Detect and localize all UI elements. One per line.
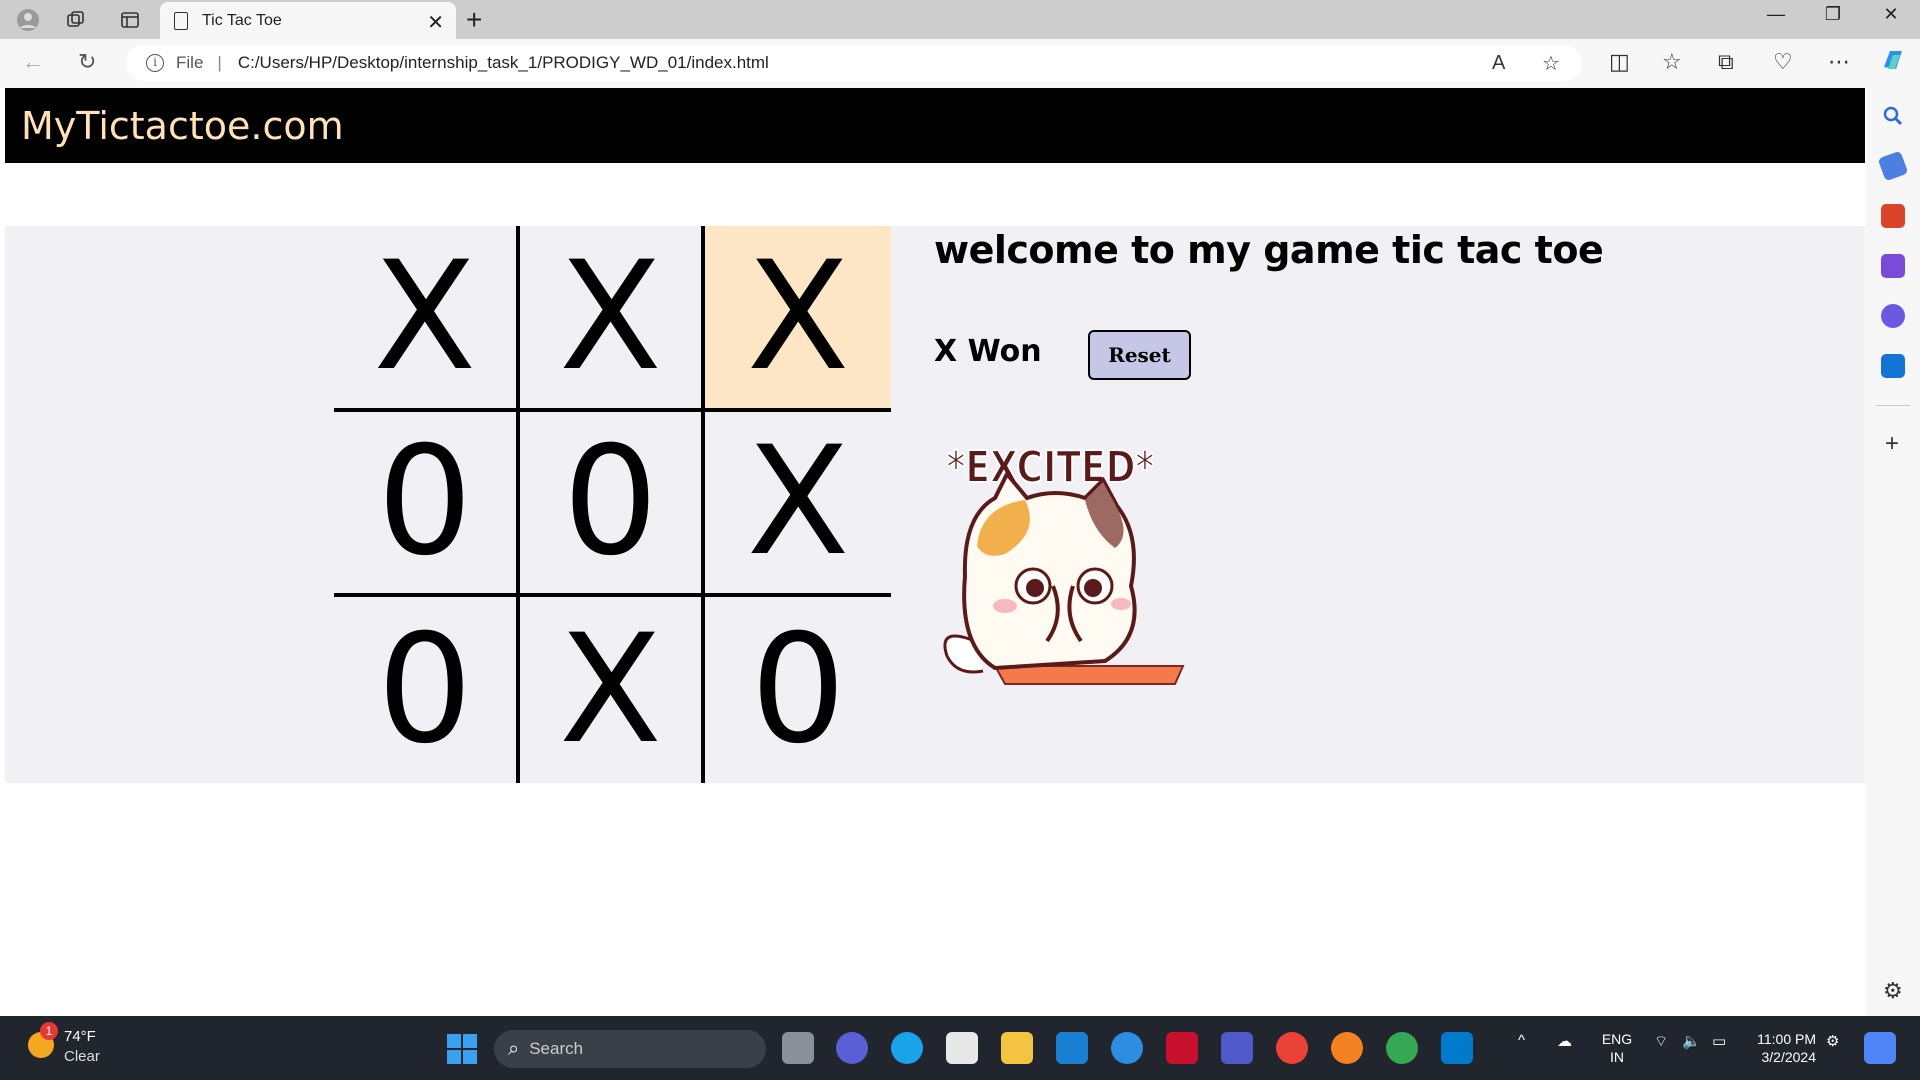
- board-cell[interactable]: 0: [334, 411, 520, 598]
- board-cell[interactable]: X: [705, 412, 891, 598]
- sidebar-add-icon[interactable]: +: [1885, 430, 1899, 458]
- copilot-taskbar-icon[interactable]: [1864, 1032, 1896, 1064]
- task-view-icon[interactable]: [782, 1032, 814, 1064]
- language-code: ENG: [1601, 1031, 1633, 1047]
- game-area: X X X 0 0 X 0 X 0 welcome to my game tic…: [5, 226, 1865, 783]
- myhp-icon[interactable]: [1056, 1032, 1088, 1064]
- sidebar-games-icon[interactable]: [1881, 254, 1905, 278]
- welcome-heading: welcome to my game tic tac toe: [934, 228, 1604, 272]
- browser-sidebar: + ⚙: [1866, 88, 1920, 1016]
- taskbar-search-placeholder: Search: [529, 1039, 584, 1058]
- file-explorer-icon[interactable]: [1001, 1032, 1033, 1064]
- notification-icon[interactable]: ⚙: [1826, 1032, 1839, 1050]
- board-cell-winning[interactable]: X: [705, 226, 891, 412]
- sidebar-settings-icon[interactable]: ⚙: [1883, 978, 1903, 1004]
- close-tab-icon[interactable]: ✕: [427, 10, 444, 35]
- battery-icon[interactable]: ▭: [1712, 1032, 1726, 1050]
- workspaces-icon[interactable]: [62, 6, 90, 34]
- board-cell[interactable]: 0: [519, 411, 706, 598]
- sticker-text: *EXCITED*: [946, 443, 1154, 493]
- chrome-profile-icon[interactable]: [1386, 1032, 1418, 1064]
- taskbar: 1 74°F Clear ⌕ Search ^ ☁ ENG IN ⌔ 🔈 ▭ 1…: [0, 1016, 1920, 1080]
- info-icon[interactable]: i: [146, 54, 164, 72]
- wifi-icon[interactable]: ⌔: [1654, 1032, 1668, 1051]
- tray-overflow-icon[interactable]: ^: [1518, 1032, 1525, 1049]
- board-cell[interactable]: 0: [334, 597, 520, 783]
- more-options-icon[interactable]: ⋯: [1828, 49, 1850, 75]
- board-cell[interactable]: X: [519, 226, 706, 412]
- back-icon[interactable]: ←: [22, 49, 44, 75]
- volume-icon[interactable]: 🔈: [1682, 1032, 1701, 1050]
- teams-icon[interactable]: [1221, 1032, 1253, 1064]
- game-board: X X X 0 0 X 0 X 0: [334, 226, 891, 783]
- help-icon[interactable]: [1111, 1032, 1143, 1064]
- sidebar-office-icon[interactable]: [1881, 304, 1905, 328]
- chat-icon[interactable]: [836, 1032, 868, 1064]
- tab-title: Tic Tac Toe: [202, 11, 282, 29]
- close-window-icon[interactable]: ✕: [1866, 4, 1916, 25]
- favorite-star-icon[interactable]: ☆: [1542, 45, 1560, 81]
- address-separator: |: [217, 53, 222, 72]
- weather-condition: Clear: [64, 1048, 100, 1065]
- restore-icon[interactable]: ❐: [1808, 4, 1858, 25]
- sidebar-outlook-icon[interactable]: [1881, 354, 1905, 378]
- mcafee-icon[interactable]: [1166, 1032, 1198, 1064]
- collections-icon[interactable]: ⧉: [1718, 49, 1734, 75]
- sidebar-shopping-icon[interactable]: [1877, 150, 1909, 182]
- onedrive-icon[interactable]: ☁: [1557, 1032, 1572, 1050]
- store-icon[interactable]: [946, 1032, 978, 1064]
- board-cell[interactable]: 0: [705, 597, 891, 783]
- sidebar-search-icon[interactable]: [1881, 104, 1905, 128]
- weather-badge: 1: [40, 1022, 58, 1040]
- edge-taskbar-icon[interactable]: [891, 1032, 923, 1064]
- new-tab-icon[interactable]: +: [466, 4, 482, 36]
- clock[interactable]: 11:00 PM 3/2/2024: [1748, 1030, 1816, 1066]
- browser-essentials-icon[interactable]: ♡: [1773, 49, 1793, 75]
- site-brand[interactable]: MyTictactoe.com: [21, 104, 344, 148]
- game-status: X Won: [934, 334, 1042, 369]
- profile-icon[interactable]: [14, 6, 42, 34]
- language-region: IN: [1610, 1049, 1624, 1065]
- board-cell[interactable]: X: [334, 226, 520, 412]
- excited-cat-sticker: *EXCITED*: [935, 436, 1195, 686]
- browser-tab-strip: Tic Tac Toe ✕ + — ❐ ✕: [0, 0, 1920, 39]
- chrome-icon[interactable]: [1276, 1032, 1308, 1064]
- favorites-icon[interactable]: ☆: [1662, 49, 1682, 75]
- clock-time: 11:00 PM: [1757, 1031, 1816, 1047]
- taskbar-search[interactable]: ⌕ Search: [494, 1030, 766, 1068]
- clock-date: 3/2/2024: [1761, 1049, 1817, 1065]
- active-tab[interactable]: Tic Tac Toe ✕: [160, 2, 456, 39]
- sidebar-divider: [1876, 405, 1910, 406]
- reset-button[interactable]: Reset: [1088, 330, 1191, 380]
- vertical-tabs-icon[interactable]: [116, 6, 144, 34]
- page-viewport: MyTictactoe.com X X X 0 0 X 0 X 0 welcom…: [5, 88, 1865, 1016]
- sidebar-tools-icon[interactable]: [1881, 204, 1905, 228]
- minimize-icon[interactable]: —: [1751, 4, 1801, 25]
- copilot-icon[interactable]: [1880, 47, 1906, 79]
- site-navbar: MyTictactoe.com: [5, 88, 1865, 163]
- address-bar[interactable]: i File | C:/Users/HP/Desktop/internship_…: [126, 45, 1582, 81]
- jupyter-icon[interactable]: [1331, 1032, 1363, 1064]
- address-prefix: File: [176, 53, 204, 72]
- board-cell[interactable]: X: [520, 597, 706, 783]
- vscode-icon[interactable]: [1441, 1032, 1473, 1064]
- address-url: C:/Users/HP/Desktop/internship_task_1/PR…: [237, 53, 769, 72]
- split-screen-icon[interactable]: ◫: [1609, 49, 1630, 75]
- language-indicator[interactable]: ENG IN: [1600, 1030, 1634, 1066]
- document-icon: [174, 11, 188, 30]
- weather-temperature: 74°F: [64, 1028, 96, 1045]
- start-button[interactable]: [447, 1034, 477, 1064]
- search-icon: ⌕: [508, 1037, 520, 1060]
- refresh-icon[interactable]: ↻: [78, 49, 96, 75]
- address-bar-row: ← ↻ i File | C:/Users/HP/Desktop/interns…: [0, 39, 1920, 88]
- read-aloud-icon[interactable]: A: [1492, 45, 1505, 81]
